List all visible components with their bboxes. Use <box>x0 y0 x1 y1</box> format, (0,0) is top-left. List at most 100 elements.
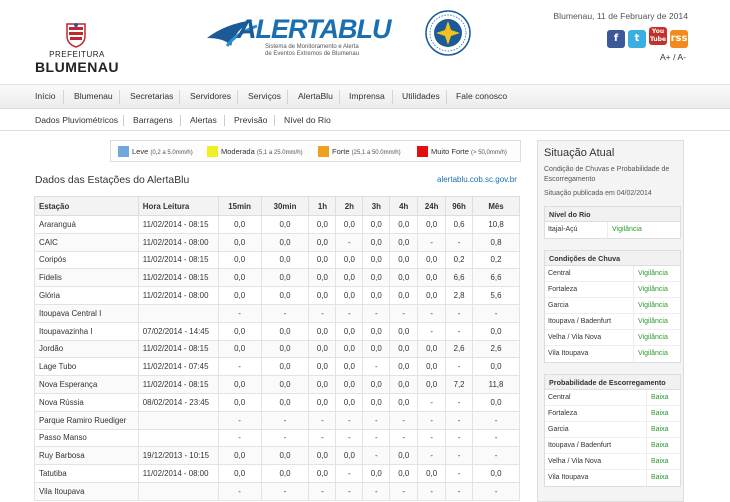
rainfall-value: - <box>445 410 474 430</box>
rainfall-value: - <box>417 392 447 412</box>
station-name: Fidelis <box>34 268 139 288</box>
rainfall-value: - <box>417 481 447 501</box>
rainfall-value: 0,0 <box>260 464 310 483</box>
situacao-published-date: Situação publicada em 04/02/2014 <box>544 190 652 197</box>
rainfall-value: - <box>308 303 337 323</box>
status-level: Vigilância <box>633 330 668 345</box>
rss-icon[interactable]: rss <box>670 30 688 48</box>
rainfall-value: 0,0 <box>389 321 419 341</box>
table-row: Lage Tubo 11/02/2014 - 07:45-0,0 0,0 0,0-0,… <box>34 357 520 377</box>
rainfall-value: 0,0 <box>335 339 364 359</box>
youtube-icon[interactable]: You Tube <box>649 27 667 45</box>
rainfall-value: - <box>260 410 310 430</box>
rainfall-value: 0,0 <box>417 268 447 288</box>
nav-item-servicos[interactable]: Serviços <box>248 91 281 101</box>
rainfall-value: - <box>217 481 262 501</box>
alertablu-logo[interactable]: ALERTABLU Sistema de Monitoramento e Ale… <box>205 12 392 68</box>
rainfall-value: 0,0 <box>417 250 447 270</box>
prefeitura-logo[interactable]: PREFEITURA BLUMENAU <box>34 22 120 76</box>
nav-item-inicio[interactable]: Início <box>35 91 56 101</box>
table-row: Itoupava Central I--------- <box>34 303 520 323</box>
rainfall-value: 0,0 <box>308 268 337 288</box>
rainfall-value: - <box>335 481 364 501</box>
status-level: Vigilância <box>633 314 668 329</box>
nav-item-secretarias[interactable]: Secretarias <box>130 91 173 101</box>
status-region: Itajaí-Açú <box>548 226 578 233</box>
rainfall-value: 0,8 <box>472 232 520 252</box>
rainfall-value: - <box>362 428 391 448</box>
stations-title: Dados das Estações do AlertaBlu <box>35 175 190 186</box>
status-region: Central <box>548 394 571 401</box>
rainfall-value: 0,0 <box>260 375 310 394</box>
stations-source-link[interactable]: alertablu.cob.sc.gov.br <box>437 175 517 184</box>
font-decrease-button[interactable]: A- <box>677 52 686 62</box>
station-name: Coripós <box>34 250 139 270</box>
legend-range: (5,1 a 25.0mm/h) <box>256 150 303 156</box>
centro-operacoes-logo-icon[interactable] <box>425 10 471 56</box>
reading-time: 11/02/2014 - 08:15 <box>137 375 219 394</box>
font-increase-button[interactable]: A+ <box>660 52 671 62</box>
rainfall-value: - <box>472 428 520 448</box>
status-region: Itoupava / Badenfurt <box>548 318 612 325</box>
station-name: Glória <box>34 286 139 305</box>
rainfall-value: 0,0 <box>389 232 419 252</box>
status-region: Fortaleza <box>548 410 578 417</box>
rainfall-value: 0,0 <box>308 339 337 359</box>
nivel-rio-header: Nível do Rio <box>545 207 680 222</box>
status-row: Velha / Vila Nova Baixa <box>545 454 680 470</box>
sub-nav: Dados Pluviométricos Barragens Alertas P… <box>0 110 730 131</box>
rainfall-value: - <box>389 428 419 448</box>
rainfall-value: - <box>217 303 262 323</box>
status-level: Baixa <box>646 438 669 453</box>
blumenau-label: BLUMENAU <box>34 59 120 75</box>
rainfall-value: 0,0 <box>217 321 262 341</box>
rainfall-value: 0,0 <box>389 250 419 270</box>
legend-range: (0,2 a 5.0mm/h) <box>150 150 193 156</box>
rainfall-value: - <box>217 410 262 430</box>
facebook-icon[interactable]: f <box>607 30 625 48</box>
rainfall-value: - <box>335 428 364 448</box>
nav-item-servidores[interactable]: Servidores <box>190 91 231 101</box>
subnav-item-dados-pluviometricos[interactable]: Dados Pluviométricos <box>35 115 118 125</box>
nav-item-imprensa[interactable]: Imprensa <box>349 91 385 101</box>
status-row: Fortaleza Baixa <box>545 406 680 422</box>
rainfall-value: 0,0 <box>417 357 447 377</box>
column-header: 15min <box>217 196 262 216</box>
nav-item-utilidades[interactable]: Utilidades <box>402 91 440 101</box>
rainfall-value: 0,0 <box>308 215 337 234</box>
station-name: Vila Itoupava <box>34 481 139 501</box>
nav-item-alertablu[interactable]: AlertaBlu <box>298 91 333 101</box>
rainfall-value: 0,0 <box>389 286 419 305</box>
subnav-item-previsao[interactable]: Previsão <box>234 115 267 125</box>
rainfall-value: - <box>445 464 474 483</box>
rainfall-value: 2,6 <box>445 339 474 359</box>
nav-item-blumenau[interactable]: Blumenau <box>74 91 113 101</box>
reading-time: 11/02/2014 - 08:15 <box>137 250 219 270</box>
page: PREFEITURA BLUMENAU ALERTABLU Sistema de… <box>0 0 730 502</box>
rainfall-value: 0,0 <box>260 268 310 288</box>
header: PREFEITURA BLUMENAU ALERTABLU Sistema de… <box>0 0 730 82</box>
rainfall-value: 0,0 <box>260 232 310 252</box>
status-region: Velha / Vila Nova <box>548 334 602 341</box>
rainfall-value: - <box>445 303 474 323</box>
status-row: Itajaí-Açú Vigilância <box>545 222 680 238</box>
subnav-divider <box>224 115 225 126</box>
status-region: Garcia <box>548 302 569 309</box>
subnav-item-nivel-do-rio[interactable]: Nível do Rio <box>284 115 331 125</box>
rainfall-value: 0,0 <box>362 250 391 270</box>
status-row: Fortaleza Vigilância <box>545 282 680 298</box>
rainfall-value: 0,0 <box>217 375 262 394</box>
legend-range: (25,1 a 50.0mm/h) <box>351 150 401 156</box>
subnav-divider <box>180 115 181 126</box>
rainfall-value: 0,0 <box>260 339 310 359</box>
subnav-item-alertas[interactable]: Alertas <box>190 115 217 125</box>
rainfall-value: - <box>445 321 474 341</box>
rainfall-value: 0,0 <box>260 446 310 466</box>
status-row: Itoupava / Badenfurt Vigilância <box>545 314 680 330</box>
twitter-icon[interactable]: t <box>628 30 646 48</box>
nav-item-fale-conosco[interactable]: Fale conosco <box>456 91 507 101</box>
subnav-item-barragens[interactable]: Barragens <box>133 115 173 125</box>
main-nav: Início Blumenau Secretarias Servidores S… <box>0 84 730 109</box>
legend-item-forte: Forte (25,1 a 50.0mm/h) <box>318 146 401 157</box>
rainfall-value: 0,0 <box>389 392 419 412</box>
